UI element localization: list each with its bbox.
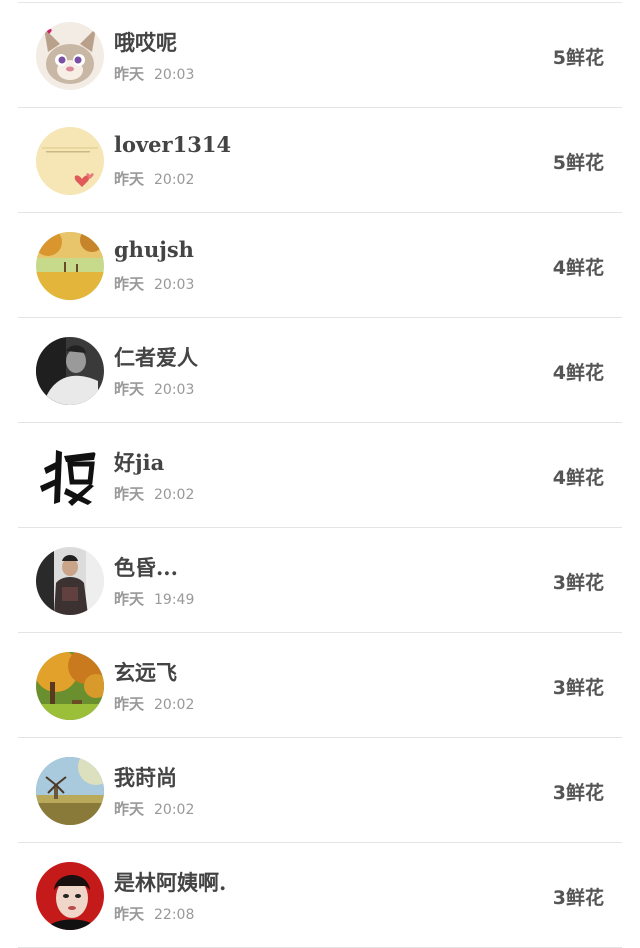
day-label: 昨天 (114, 590, 145, 608)
list-item[interactable]: 色昏... 昨天 19:49 3鲜花 (18, 528, 622, 633)
list-item[interactable]: ♥ 哦哎呢 昨天 20:03 5鲜花 (18, 3, 622, 108)
list-item[interactable]: 仁者爱人 昨天 20:03 4鲜花 (18, 318, 622, 423)
calligraphy-avatar[interactable] (36, 442, 104, 510)
time-label: 昨天 20:02 (114, 693, 194, 714)
flower-count: 4鲜花 (552, 467, 604, 489)
user-name: 玄远飞 (114, 660, 177, 685)
day-label: 昨天 (114, 380, 145, 398)
time-value: 20:02 (154, 697, 195, 713)
flower-count: 3鲜花 (552, 677, 604, 699)
autumn-tree-avatar[interactable] (36, 652, 104, 720)
user-name: 色昏... (114, 555, 178, 580)
user-name: lover1314 (114, 132, 232, 157)
list-item[interactable]: 是林阿姨啊. 昨天 22:08 3鲜花 (18, 843, 622, 948)
flower-count: 5鲜花 (552, 152, 604, 174)
flower-count: 5鲜花 (552, 47, 604, 69)
user-name: 我莳尚 (114, 765, 177, 790)
day-label: 昨天 (114, 275, 145, 293)
time-label: 昨天 22:08 (114, 903, 194, 924)
flower-count: 3鲜花 (552, 887, 604, 909)
time-label: 昨天 20:02 (114, 483, 194, 504)
list-item[interactable]: 我莳尚 昨天 20:02 3鲜花 (18, 738, 622, 843)
list-item[interactable]: ghujsh 昨天 20:03 4鲜花 (18, 213, 622, 318)
time-value: 20:02 (154, 172, 195, 188)
time-label: 昨天 19:49 (114, 588, 194, 609)
user-name: 是林阿姨啊. (114, 870, 227, 895)
flower-count: 4鲜花 (552, 257, 604, 279)
time-value: 19:49 (154, 592, 195, 608)
day-label: 昨天 (114, 905, 145, 923)
time-value: 20:02 (154, 487, 195, 503)
flower-count: 4鲜花 (552, 362, 604, 384)
flower-ranking-list: ♥ 哦哎呢 昨天 20:03 5鲜花 lover1314 昨天 20:02 5鲜花 (0, 3, 640, 948)
user-name: 好jia (114, 450, 165, 475)
user-name: 仁者爱人 (114, 345, 198, 370)
time-label: 昨天 20:03 (114, 378, 194, 399)
man-bw-avatar[interactable] (36, 337, 104, 405)
day-label: 昨天 (114, 695, 145, 713)
time-value: 20:03 (154, 277, 195, 293)
flower-count: 3鲜花 (552, 782, 604, 804)
time-label: 昨天 20:03 (114, 273, 194, 294)
day-label: 昨天 (114, 170, 145, 188)
flower-count: 3鲜花 (552, 572, 604, 594)
day-label: 昨天 (114, 800, 145, 818)
time-label: 昨天 20:02 (114, 168, 194, 189)
svg-text:♥: ♥ (46, 28, 52, 36)
time-label: 昨天 20:03 (114, 63, 194, 84)
user-name: 哦哎呢 (114, 30, 177, 55)
red-portrait-avatar[interactable] (36, 862, 104, 930)
list-item[interactable]: 玄远飞 昨天 20:02 3鲜花 (18, 633, 622, 738)
day-label: 昨天 (114, 485, 145, 503)
user-name: ghujsh (114, 237, 194, 262)
time-value: 22:08 (154, 907, 195, 923)
list-item[interactable]: 好jia 昨天 20:02 4鲜花 (18, 423, 622, 528)
time-value: 20:03 (154, 382, 195, 398)
windmill-avatar[interactable] (36, 757, 104, 825)
person-avatar[interactable] (36, 547, 104, 615)
time-value: 20:03 (154, 67, 195, 83)
time-label: 昨天 20:02 (114, 798, 194, 819)
autumn-field-avatar[interactable] (36, 232, 104, 300)
list-item[interactable]: lover1314 昨天 20:02 5鲜花 (18, 108, 622, 213)
fox-avatar[interactable]: ♥ (36, 22, 104, 90)
day-label: 昨天 (114, 65, 145, 83)
time-value: 20:02 (154, 802, 195, 818)
heart-avatar[interactable] (36, 127, 104, 195)
